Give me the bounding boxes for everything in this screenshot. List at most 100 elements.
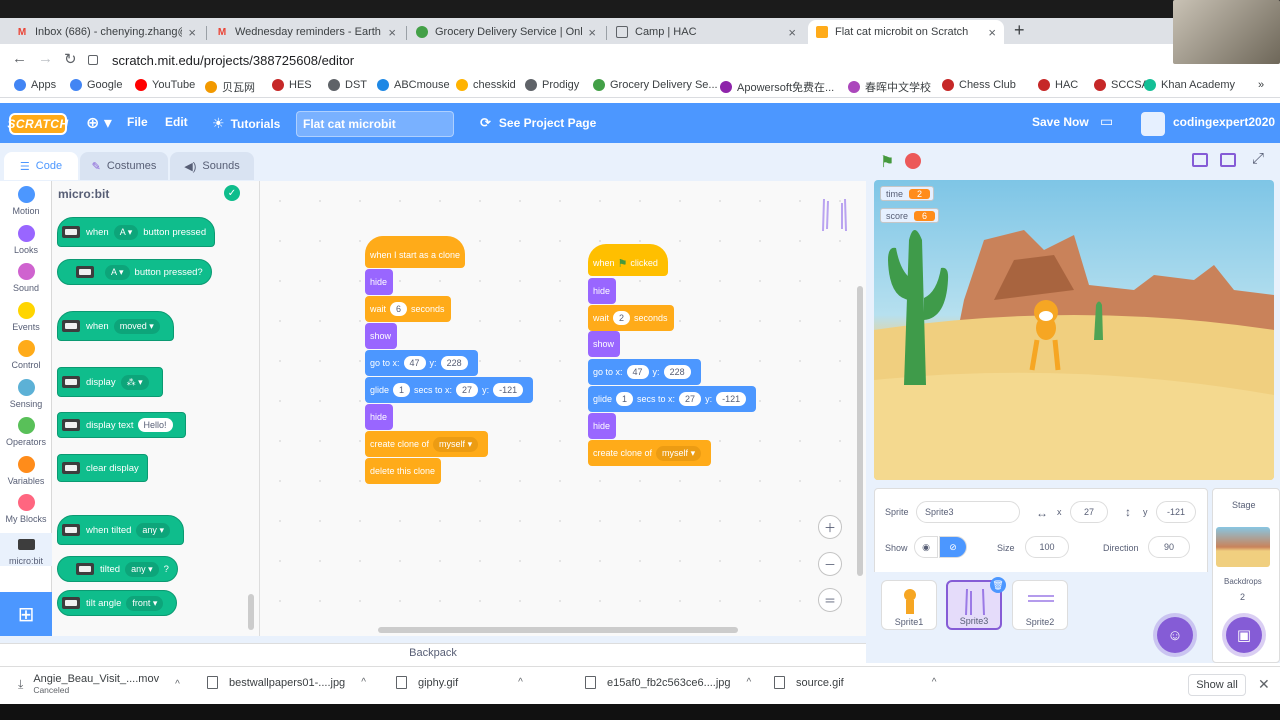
download-item[interactable]: e15af0_fb2c563ce6....jpg ^ bbox=[585, 676, 751, 689]
browser-tab-reminders[interactable]: M Wednesday reminders - Earth Da × bbox=[208, 20, 404, 44]
sprite-x-input[interactable]: 27 bbox=[1070, 501, 1108, 523]
category-control[interactable]: Control bbox=[0, 340, 52, 370]
gesture-dropdown[interactable]: moved ▾ bbox=[113, 318, 160, 334]
more-bookmarks-icon[interactable]: » bbox=[1258, 79, 1264, 91]
wait-seconds-input[interactable]: 2 bbox=[613, 311, 631, 325]
project-title-input[interactable]: Flat cat microbit bbox=[296, 111, 454, 137]
sprite-y-input[interactable]: -121 bbox=[1156, 501, 1196, 523]
account-menu[interactable]: codingexpert2020 ▼ bbox=[1173, 115, 1280, 129]
show-all-downloads-button[interactable]: Show all bbox=[1188, 674, 1246, 696]
monitor-time[interactable]: time 2 bbox=[880, 186, 935, 201]
edit-menu[interactable]: Edit bbox=[165, 115, 188, 129]
browser-tab-inbox[interactable]: M Inbox (686) - chenying.zhang@g × bbox=[8, 20, 204, 44]
clone-target-dropdown[interactable]: myself ▾ bbox=[433, 436, 479, 452]
sprite-thumb-sprite2[interactable]: Sprite2 bbox=[1012, 580, 1068, 630]
block-hide[interactable]: hide bbox=[588, 278, 617, 304]
hide-sprite-eye-icon[interactable]: ⊘ bbox=[939, 536, 967, 558]
block-wait[interactable]: wait 2 seconds bbox=[588, 305, 674, 331]
bookmark-item[interactable]: Google bbox=[70, 79, 122, 91]
script-vertical-scrollbar[interactable] bbox=[857, 286, 863, 576]
tilt-dropdown[interactable]: any ▾ bbox=[136, 522, 170, 538]
category-variables[interactable]: Variables bbox=[0, 455, 52, 486]
chevron-up-icon[interactable]: ^ bbox=[932, 677, 937, 688]
monitor-score[interactable]: score 6 bbox=[880, 208, 940, 223]
fullscreen-icon[interactable]: ⤢ bbox=[1252, 150, 1264, 167]
bookmark-item[interactable]: Prodigy bbox=[525, 79, 579, 91]
y-input[interactable]: 228 bbox=[440, 356, 468, 370]
block-hide[interactable]: hide bbox=[588, 413, 617, 439]
tab-costumes[interactable]: ✎ Costumes bbox=[80, 152, 168, 180]
wait-seconds-input[interactable]: 6 bbox=[390, 302, 408, 316]
bookmark-item[interactable]: Grocery Delivery Se... bbox=[593, 79, 718, 91]
chevron-up-icon[interactable]: ^ bbox=[747, 677, 752, 688]
close-tab-icon[interactable]: × bbox=[188, 25, 196, 40]
see-project-page-button[interactable]: ⟳ See Project Page bbox=[480, 115, 596, 131]
add-extension-button[interactable]: ⊞ bbox=[0, 592, 52, 636]
x-input[interactable]: 27 bbox=[456, 383, 479, 397]
avatar[interactable] bbox=[1141, 112, 1165, 136]
close-tab-icon[interactable]: × bbox=[788, 25, 796, 40]
reload-icon[interactable]: ↻ bbox=[64, 50, 77, 68]
block-glide[interactable]: glide 1 secs to x: 27 y: -121 bbox=[365, 377, 534, 403]
bookmark-item[interactable]: Chess Club bbox=[942, 79, 1016, 91]
browser-tab-camp[interactable]: Camp | HAC × bbox=[608, 20, 804, 44]
block-tilted[interactable]: tilted any ▾ ? bbox=[57, 556, 178, 582]
small-stage-icon[interactable] bbox=[1192, 153, 1208, 167]
bookmark-item[interactable]: DST bbox=[328, 79, 367, 91]
category-events[interactable]: Events bbox=[0, 301, 52, 332]
bookmark-item[interactable]: chesskid bbox=[456, 79, 516, 91]
stop-button[interactable] bbox=[905, 153, 921, 169]
tilt-dropdown[interactable]: any ▾ bbox=[125, 561, 159, 577]
y-input[interactable]: 228 bbox=[663, 365, 691, 379]
sprite-size-input[interactable]: 100 bbox=[1025, 536, 1069, 558]
bookmark-item[interactable]: Apowersoft免费在... bbox=[720, 79, 834, 95]
block-display-text[interactable]: display text Hello! bbox=[57, 412, 186, 438]
block-go-to-xy[interactable]: go to x: 47 y: 228 bbox=[365, 350, 478, 376]
tutorials-button[interactable]: ☀ Tutorials bbox=[212, 115, 280, 132]
download-item[interactable]: ⤓ Angie_Beau_Visit_....mov Canceled ^ bbox=[18, 673, 180, 695]
clone-target-dropdown[interactable]: myself ▾ bbox=[656, 445, 702, 461]
new-tab-button[interactable]: + bbox=[1014, 20, 1025, 41]
tilt-direction-dropdown[interactable]: front ▾ bbox=[126, 595, 164, 611]
large-stage-icon[interactable] bbox=[1220, 153, 1236, 167]
x-input[interactable]: 47 bbox=[626, 365, 649, 379]
choose-sprite-cat-icon[interactable]: ☺ bbox=[1157, 617, 1193, 653]
palette-scrollbar[interactable] bbox=[248, 594, 254, 630]
save-now-button[interactable]: Save Now bbox=[1032, 115, 1089, 129]
block-display[interactable]: display ⁂ ▾ bbox=[57, 367, 163, 397]
block-show[interactable]: show bbox=[365, 323, 398, 349]
y-input[interactable]: -121 bbox=[716, 392, 747, 406]
bookmark-item[interactable]: Khan Academy bbox=[1144, 79, 1235, 91]
y-input[interactable]: -121 bbox=[493, 383, 524, 397]
download-item[interactable]: giphy.gif ^ bbox=[396, 676, 523, 689]
close-downloads-icon[interactable]: ✕ bbox=[1258, 676, 1270, 693]
category-motion[interactable]: Motion bbox=[0, 186, 52, 216]
bookmark-item[interactable]: 贝瓦网 bbox=[205, 79, 255, 95]
block-clear-display[interactable]: clear display bbox=[57, 454, 148, 482]
sprite-direction-input[interactable]: 90 bbox=[1148, 536, 1190, 558]
stage-canvas[interactable] bbox=[874, 180, 1274, 480]
block-hide[interactable]: hide bbox=[365, 269, 394, 295]
choose-backdrop-icon[interactable]: ▣ bbox=[1226, 617, 1262, 653]
bookmark-item[interactable]: Apps bbox=[14, 79, 56, 91]
x-input[interactable]: 27 bbox=[679, 392, 702, 406]
block-tilt-angle[interactable]: tilt angle front ▾ bbox=[57, 590, 178, 616]
category-sensing[interactable]: Sensing bbox=[0, 378, 52, 409]
folder-icon[interactable]: ▭ bbox=[1100, 113, 1113, 130]
url-bar[interactable]: scratch.mit.edu/projects/388725608/edito… bbox=[84, 48, 1154, 72]
block-go-to-xy[interactable]: go to x: 47 y: 228 bbox=[588, 359, 701, 385]
file-menu[interactable]: File bbox=[127, 115, 148, 129]
category-looks[interactable]: Looks bbox=[0, 224, 52, 255]
bookmark-item[interactable]: SCCSA bbox=[1094, 79, 1149, 91]
bookmark-item[interactable]: HES bbox=[272, 79, 312, 91]
x-input[interactable]: 47 bbox=[403, 356, 426, 370]
block-create-clone[interactable]: create clone of myself ▾ bbox=[588, 440, 712, 466]
tab-code[interactable]: ☰ Code bbox=[4, 152, 78, 180]
show-visible-eye-icon[interactable]: ◉ bbox=[914, 536, 938, 558]
block-hide[interactable]: hide bbox=[365, 404, 394, 430]
backpack[interactable]: Backpack bbox=[0, 643, 866, 663]
bookmark-item[interactable]: YouTube bbox=[135, 79, 195, 91]
close-tab-icon[interactable]: × bbox=[388, 25, 396, 40]
bookmark-item[interactable]: 春晖中文学校 bbox=[848, 79, 931, 95]
block-delete-clone[interactable]: delete this clone bbox=[365, 458, 442, 484]
